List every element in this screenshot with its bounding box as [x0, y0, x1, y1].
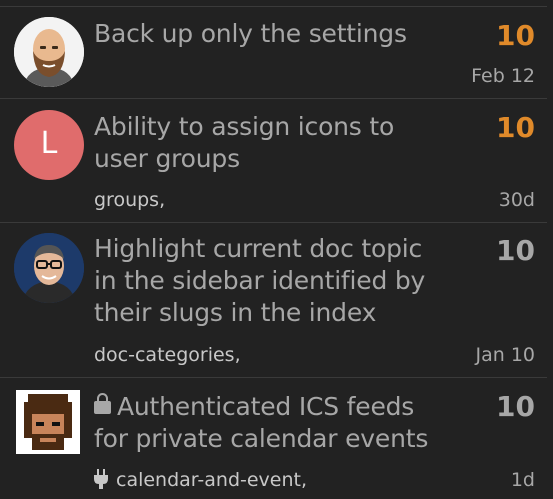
avatar[interactable]: [14, 17, 84, 87]
reply-count[interactable]: 10: [496, 235, 535, 267]
bearded-bald-man-avatar-icon: [14, 17, 84, 87]
last-activity[interactable]: 30d: [499, 188, 535, 212]
pixel-art-curly-hair-avatar-icon: [16, 390, 80, 454]
topic-title[interactable]: Highlight current doc topic in the sideb…: [94, 233, 434, 329]
topic-title-text: Authenticated ICS feeds for private cale…: [94, 392, 429, 453]
topic-row[interactable]: Back up only the settings 10 Feb 12: [0, 6, 547, 98]
topic-row[interactable]: Highlight current doc topic in the sideb…: [0, 222, 547, 377]
reply-count[interactable]: 10: [496, 112, 535, 144]
last-activity[interactable]: Feb 12: [471, 64, 535, 88]
plug-icon: [94, 468, 108, 489]
avatar-letter: L: [40, 126, 58, 161]
topic-list: Back up only the settings 10 Feb 12 L Ab…: [0, 0, 553, 499]
topic-title[interactable]: Authenticated ICS feeds for private cale…: [94, 391, 434, 455]
reply-count[interactable]: 10: [496, 391, 535, 423]
reply-count[interactable]: 10: [496, 20, 535, 52]
avatar[interactable]: L: [14, 110, 84, 180]
lock-icon: [94, 393, 111, 414]
avatar[interactable]: [16, 390, 80, 454]
last-activity[interactable]: 1d: [511, 468, 535, 492]
man-with-glasses-avatar-icon: [14, 233, 84, 303]
topic-tags-text: calendar-and-event,: [116, 469, 308, 491]
topic-title[interactable]: Ability to assign icons to user groups: [94, 111, 434, 175]
topic-tags[interactable]: calendar-and-event,: [94, 468, 307, 492]
last-activity[interactable]: Jan 10: [475, 343, 535, 367]
topic-tags[interactable]: groups,: [94, 188, 165, 212]
avatar[interactable]: [14, 233, 84, 303]
topic-tags[interactable]: doc-categories,: [94, 343, 241, 367]
topic-row[interactable]: L Ability to assign icons to user groups…: [0, 98, 547, 222]
topic-row[interactable]: Authenticated ICS feeds for private cale…: [0, 377, 547, 499]
topic-title[interactable]: Back up only the settings: [94, 18, 434, 50]
